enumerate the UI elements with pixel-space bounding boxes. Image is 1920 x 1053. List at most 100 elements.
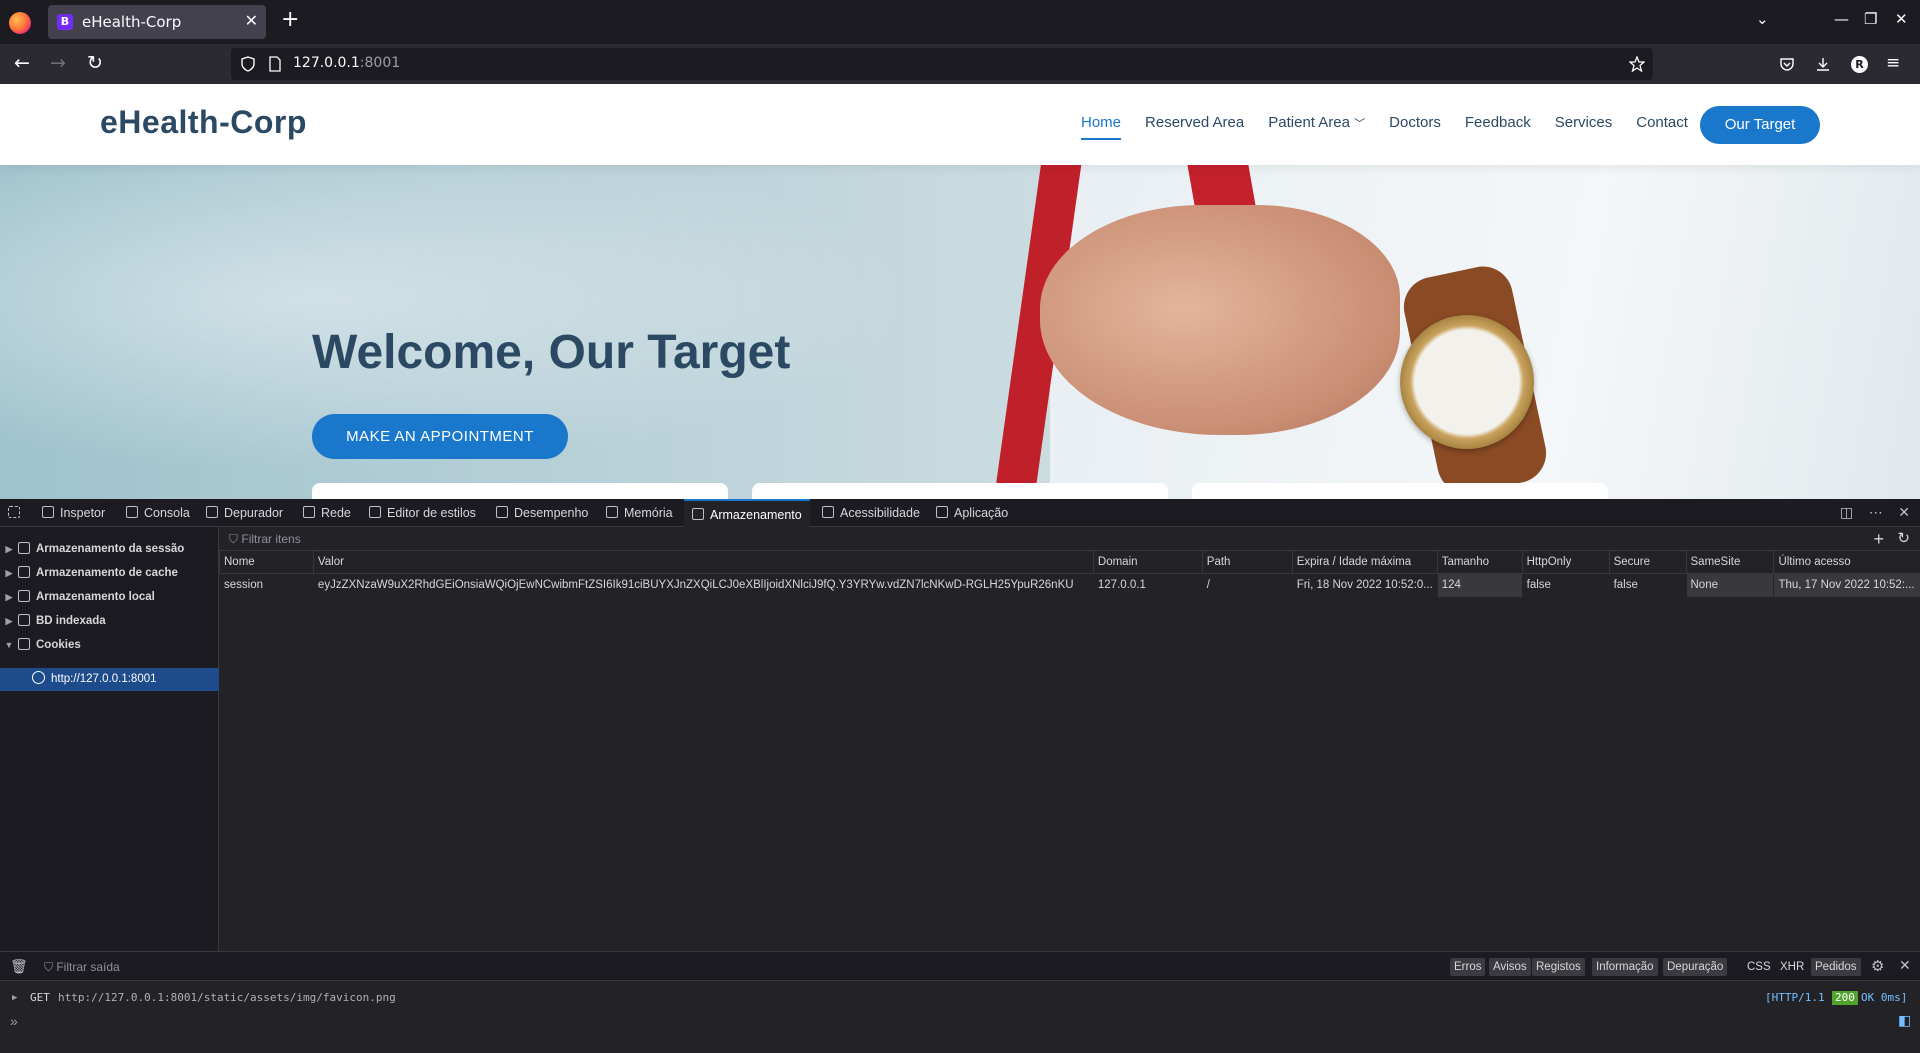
col-path[interactable]: Path	[1201, 551, 1293, 574]
nav-home[interactable]: Home	[1081, 114, 1122, 140]
filter-errors-button[interactable]: Erros	[1450, 958, 1486, 976]
restore-icon[interactable]: ❐	[1864, 10, 1877, 28]
console-settings-gear-icon[interactable]: ⚙	[1871, 957, 1884, 975]
tree-local-storage[interactable]: ▶ Armazenamento local	[0, 586, 219, 608]
filter-logs-button[interactable]: Registos	[1532, 958, 1585, 976]
col-last-accessed[interactable]: Último acesso	[1773, 551, 1920, 574]
add-item-icon[interactable]: +	[1873, 527, 1884, 551]
our-target-button[interactable]: Our Target	[1700, 106, 1820, 144]
cookie-expires[interactable]: Fri, 18 Nov 2022 10:52:0...	[1292, 573, 1437, 597]
toggle-xhr-button[interactable]: XHR	[1780, 958, 1804, 976]
nav-contact[interactable]: Contact	[1636, 114, 1688, 131]
console-filter-input[interactable]: ⛉ Filtrar saída	[44, 960, 120, 975]
pocket-icon[interactable]	[1779, 56, 1795, 72]
accessibility-icon	[822, 506, 834, 518]
filter-items-input[interactable]: Filtrar itens	[241, 532, 300, 546]
account-avatar[interactable]: R	[1851, 56, 1868, 73]
close-devtools-icon[interactable]: ✕	[1898, 504, 1910, 520]
tab-application[interactable]: Aplicação	[936, 499, 1008, 527]
col-size[interactable]: Tamanho	[1436, 551, 1523, 574]
tree-indexeddb[interactable]: ▶ BD indexada	[0, 610, 219, 632]
dock-icon[interactable]: ◫	[1840, 504, 1853, 520]
tab-performance[interactable]: Desempenho	[496, 499, 588, 527]
toggle-requests-button[interactable]: Pedidos	[1811, 958, 1861, 976]
back-icon[interactable]: ←	[14, 52, 30, 74]
minimize-icon[interactable]: —	[1834, 10, 1849, 28]
shield-icon[interactable]	[240, 56, 256, 72]
cookie-samesite[interactable]: None	[1686, 573, 1774, 597]
hero-title: Welcome, Our Target	[312, 326, 791, 379]
list-all-tabs-icon[interactable]: ⌄	[1756, 10, 1769, 28]
col-httponly[interactable]: HttpOnly	[1521, 551, 1610, 574]
make-appointment-button[interactable]: MAKE AN APPOINTMENT	[312, 414, 568, 459]
nav-feedback[interactable]: Feedback	[1465, 114, 1531, 131]
col-samesite[interactable]: SameSite	[1685, 551, 1774, 574]
console-log-entry[interactable]: ▶ GET http://127.0.0.1:8001/static/asset…	[0, 987, 1920, 1009]
forward-icon[interactable]: →	[50, 52, 66, 74]
cookie-last-accessed[interactable]: Thu, 17 Nov 2022 10:52:...	[1773, 573, 1920, 597]
devtools-window-controls: ◫ ⋯ ✕	[1840, 504, 1910, 521]
cookie-httponly[interactable]: false	[1522, 573, 1609, 597]
cookie-value[interactable]: eyJzZXNzaW9uX2RhdGEiOnsiaWQiOjEwNCwibmFt…	[313, 573, 1093, 597]
page-icon[interactable]	[268, 56, 282, 72]
close-console-icon[interactable]: ✕	[1899, 957, 1911, 974]
tab-console[interactable]: Consola	[126, 499, 190, 527]
tab-close-icon[interactable]: ✕	[245, 11, 258, 30]
reload-icon[interactable]: ↻	[87, 52, 103, 74]
collapse-arrow-icon[interactable]: ▼	[0, 634, 18, 656]
col-secure[interactable]: Secure	[1608, 551, 1686, 574]
col-expires[interactable]: Expira / Idade máxima	[1291, 551, 1438, 574]
tab-storage[interactable]: Armazenamento	[684, 499, 810, 527]
table-row[interactable]: session eyJzZXNzaW9uX2RhdGEiOnsiaWQiOjEw…	[220, 573, 1920, 597]
more-options-icon[interactable]: ⋯	[1869, 504, 1883, 520]
tree-cookies[interactable]: ▼ Cookies	[0, 634, 219, 656]
cookie-name[interactable]: session	[220, 573, 314, 597]
tree-session-storage[interactable]: ▶ Armazenamento da sessão	[0, 538, 219, 560]
storage-tree: ▶ Armazenamento da sessão ▶ Armazenamento …	[0, 527, 219, 951]
filter-debug-button[interactable]: Depuração	[1663, 958, 1728, 976]
tab-network[interactable]: Rede	[303, 499, 351, 527]
filter-warnings-button[interactable]: Avisos	[1489, 958, 1531, 976]
cookie-secure[interactable]: false	[1609, 573, 1686, 597]
trash-icon[interactable]: 🗑	[10, 958, 28, 975]
tab-inspector[interactable]: Inspetor	[42, 499, 105, 527]
tab-label: Aplicação	[954, 506, 1009, 520]
col-domain[interactable]: Domain	[1092, 551, 1203, 574]
nav-reserved-area[interactable]: Reserved Area	[1145, 114, 1244, 131]
element-picker-icon[interactable]	[8, 499, 26, 527]
tree-cookie-host[interactable]: http://127.0.0.1:8001	[0, 668, 219, 691]
browser-tab[interactable]: B eHealth-Corp ✕	[48, 5, 266, 39]
tab-debugger[interactable]: Depurador	[206, 499, 283, 527]
console-input-prompt[interactable]: »	[10, 1013, 18, 1029]
nav-doctors[interactable]: Doctors	[1389, 114, 1441, 131]
expand-arrow-icon[interactable]: ▶	[0, 562, 18, 584]
site-logo[interactable]: eHealth-Corp	[100, 104, 307, 141]
menu-icon[interactable]: ≡	[1886, 52, 1900, 74]
tab-memory[interactable]: Memória	[606, 499, 673, 527]
tree-cache-storage[interactable]: ▶ Armazenamento de cache	[0, 562, 219, 584]
cookie-domain[interactable]: 127.0.0.1	[1093, 573, 1202, 597]
toggle-css-button[interactable]: CSS	[1747, 958, 1771, 976]
log-url[interactable]: http://127.0.0.1:8001/static/assets/img/…	[58, 987, 396, 1009]
cookie-path[interactable]: /	[1202, 573, 1292, 597]
expand-arrow-icon[interactable]: ▶	[0, 586, 18, 608]
filter-info-button[interactable]: Informação	[1592, 958, 1658, 976]
tab-style-editor[interactable]: Editor de estilos	[369, 499, 476, 527]
close-window-icon[interactable]: ✕	[1895, 10, 1908, 28]
firefox-logo-icon[interactable]	[9, 12, 31, 34]
split-console-icon[interactable]: ◧	[1898, 1012, 1911, 1029]
downloads-icon[interactable]	[1815, 56, 1831, 72]
col-value[interactable]: Valor	[312, 551, 1094, 574]
address-bar[interactable]: 127.0.0.1:8001	[231, 48, 1653, 80]
new-tab-icon[interactable]: +	[281, 8, 299, 32]
tab-accessibility[interactable]: Acessibilidade	[822, 499, 920, 527]
nav-services[interactable]: Services	[1555, 114, 1613, 131]
refresh-items-icon[interactable]: ↻	[1897, 527, 1910, 551]
cookie-size[interactable]: 124	[1437, 573, 1523, 597]
nav-patient-area[interactable]: Patient Area ﹀	[1268, 114, 1365, 131]
expand-arrow-icon[interactable]: ▶	[12, 987, 17, 1009]
expand-arrow-icon[interactable]: ▶	[0, 538, 18, 560]
bookmark-star-icon[interactable]	[1629, 56, 1645, 72]
expand-arrow-icon[interactable]: ▶	[0, 610, 18, 632]
col-name[interactable]: Nome	[219, 551, 314, 574]
